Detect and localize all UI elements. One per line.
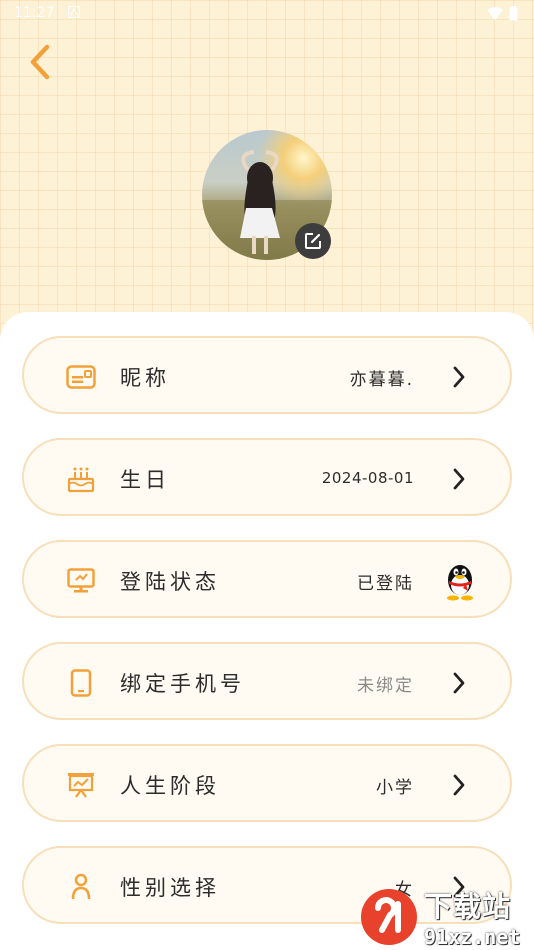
phone-binding-value: 未绑定 xyxy=(357,676,414,696)
chevron-left-icon xyxy=(30,44,50,80)
battery-icon xyxy=(509,6,518,21)
phone-binding-row[interactable]: 绑定手机号 未绑定 xyxy=(22,642,512,720)
chevron-right-icon xyxy=(448,364,470,390)
life-stage-row[interactable]: 人生阶段 小学 xyxy=(22,744,512,822)
wifi-icon xyxy=(487,6,503,20)
chevron-right-icon xyxy=(448,772,470,798)
status-bar: 11:27 xyxy=(0,0,534,28)
qq-logo-icon xyxy=(447,565,473,601)
gender-label: 性别选择 xyxy=(120,876,220,900)
login-status-label: 登陆状态 xyxy=(120,570,220,594)
nickname-value: 亦暮暮. xyxy=(349,370,414,390)
birthday-label: 生日 xyxy=(120,468,170,492)
login-status-row[interactable]: 登陆状态 已登陆 xyxy=(22,540,512,618)
life-stage-label: 人生阶段 xyxy=(120,774,220,798)
chevron-right-icon xyxy=(448,670,470,696)
nickname-label: 昵称 xyxy=(120,366,170,390)
phone-binding-label: 绑定手机号 xyxy=(120,672,245,696)
status-time: 11:27 xyxy=(14,5,55,21)
presentation-icon xyxy=(64,768,98,802)
edit-icon xyxy=(305,233,321,249)
phone-icon xyxy=(64,666,98,700)
edit-avatar-button[interactable] xyxy=(295,223,331,259)
watermark-logo-icon xyxy=(361,889,417,945)
nickname-row[interactable]: 昵称 亦暮暮. xyxy=(22,336,512,414)
life-stage-value: 小学 xyxy=(376,778,414,798)
watermark-title: 下载站 xyxy=(424,890,512,923)
chevron-right-icon xyxy=(448,466,470,492)
login-status-value: 已登陆 xyxy=(357,574,414,594)
monitor-icon xyxy=(64,564,98,598)
back-button[interactable] xyxy=(20,40,60,84)
site-watermark: 下载站 91xz.net xyxy=(358,884,534,950)
notification-icon xyxy=(68,6,80,18)
id-card-icon xyxy=(64,360,98,394)
profile-panel: 昵称 亦暮暮. 生日 2024-08-01 登陆状态 已登陆 绑定手机号 未绑定… xyxy=(0,312,534,950)
birthday-value: 2024-08-01 xyxy=(321,469,414,487)
cake-icon xyxy=(64,462,98,496)
person-icon xyxy=(64,870,98,904)
watermark-domain: 91xz.net xyxy=(424,925,521,949)
birthday-row[interactable]: 生日 2024-08-01 xyxy=(22,438,512,516)
avatar-section xyxy=(202,130,332,260)
